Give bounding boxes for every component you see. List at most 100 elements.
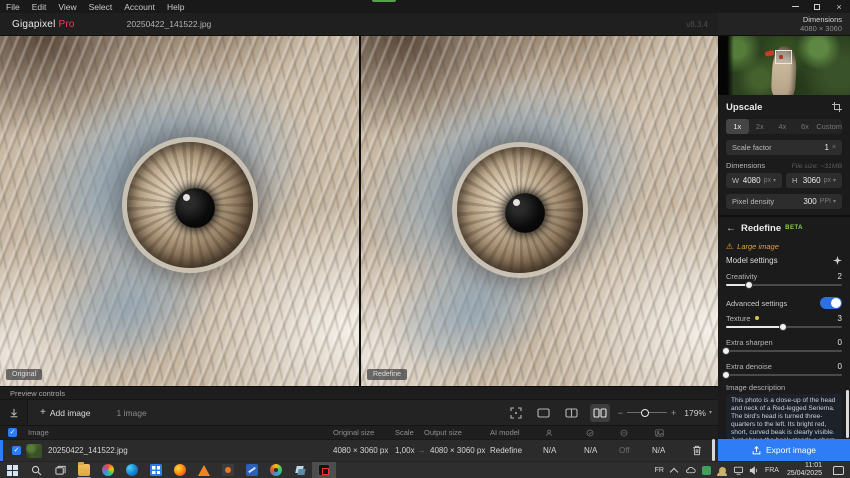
comparison-viewer: Original Redefine: [0, 36, 718, 386]
language-label[interactable]: FRA: [765, 467, 779, 474]
search-icon[interactable]: [24, 462, 48, 478]
height-field[interactable]: H 3060px▾: [786, 173, 842, 188]
menu-bar: File Edit View Select Account Help ×: [0, 0, 850, 13]
advanced-settings-label: Advanced settings: [726, 299, 787, 308]
scale-6x-button[interactable]: 6x: [794, 119, 817, 134]
redefine-label: Redefine: [367, 369, 407, 380]
blue-app-icon[interactable]: [240, 462, 264, 478]
scale-2x-button[interactable]: 2x: [749, 119, 772, 134]
minimize-button[interactable]: [784, 0, 806, 13]
preview-controls-bar: Preview controls: [0, 386, 718, 399]
row-checkbox[interactable]: ✓: [12, 446, 21, 455]
scale-1x-button[interactable]: 1x: [726, 119, 749, 134]
maximize-button[interactable]: [806, 0, 828, 13]
back-icon[interactable]: ←: [726, 223, 736, 234]
collapse-panel-button[interactable]: [0, 400, 28, 426]
edge-icon[interactable]: [120, 462, 144, 478]
zoom-out-icon[interactable]: −: [618, 408, 623, 418]
image-description-label: Image description: [726, 383, 785, 392]
row-selected-accent: [0, 440, 3, 462]
width-field[interactable]: W 4080px▾: [726, 173, 782, 188]
zoom-in-icon[interactable]: +: [671, 408, 676, 418]
shield-icon[interactable]: [701, 464, 712, 476]
delete-row-button[interactable]: [692, 440, 702, 461]
dimensions-label: Dimensions: [726, 161, 765, 170]
zoom-level-dropdown[interactable]: 179%▾: [684, 408, 712, 418]
export-image-button[interactable]: Export image: [718, 439, 850, 461]
firefox-icon[interactable]: [168, 462, 192, 478]
menu-account[interactable]: Account: [118, 2, 161, 12]
navigator-viewport-rect[interactable]: [775, 50, 792, 64]
navigator-thumbnail[interactable]: [718, 36, 850, 95]
sparkle-icon[interactable]: [833, 256, 842, 265]
version-label: v8.3.4: [686, 20, 708, 29]
row-sharpen: N/A: [543, 440, 556, 461]
store-icon[interactable]: [144, 462, 168, 478]
notification-sliver: [372, 0, 396, 2]
advanced-settings-toggle[interactable]: [820, 297, 842, 309]
row-ai-model: Redefine: [490, 440, 522, 461]
bird-eye-original: [127, 142, 253, 268]
beta-badge: BETA: [785, 225, 803, 231]
single-view-icon[interactable]: [534, 404, 554, 422]
texture-slider[interactable]: [726, 326, 842, 328]
pixel-density-field[interactable]: Pixel density 300PPI▾: [726, 194, 842, 209]
arrow-down-icon: [9, 408, 19, 418]
split-view-icon[interactable]: [562, 404, 582, 422]
arrow-right-icon: →: [418, 446, 426, 455]
texture-modified-dot: [755, 316, 759, 320]
layers-app-icon[interactable]: [288, 462, 312, 478]
clock[interactable]: 11:01 25/04/2025: [784, 462, 825, 478]
image-description-input[interactable]: This photo is a close-up of the head and…: [726, 394, 842, 439]
sharpen-column-icon: [545, 426, 553, 439]
speaker-icon[interactable]: [749, 464, 760, 476]
scale-custom-button[interactable]: Custom: [816, 119, 842, 134]
image-table-header: ✓ Image Original size Scale Output size …: [0, 425, 718, 439]
zoom-slider[interactable]: [627, 412, 667, 413]
start-icon[interactable]: [0, 462, 24, 478]
extra-sharpen-label: Extra sharpen: [726, 338, 773, 347]
windows-taskbar: FR FRA 11:01 25/04/2025: [0, 461, 850, 478]
dark-orange-app-icon[interactable]: [216, 462, 240, 478]
creativity-label: Creativity: [726, 272, 757, 281]
date-label: 25/04/2025: [787, 470, 822, 478]
file-controls-row: + Add image 1 image − + 179%▾: [0, 399, 718, 425]
chevron-up-icon[interactable]: [669, 464, 680, 476]
add-image-button[interactable]: + Add image: [40, 407, 90, 418]
language-short-label[interactable]: FR: [655, 467, 664, 474]
photos-icon[interactable]: [96, 462, 120, 478]
cloud-icon[interactable]: [685, 464, 696, 476]
fit-screen-icon[interactable]: [506, 404, 526, 422]
close-button[interactable]: ×: [828, 0, 850, 13]
creativity-slider[interactable]: [726, 284, 842, 286]
settings-icon[interactable]: [264, 462, 288, 478]
gigapixel-icon[interactable]: [312, 462, 336, 478]
pro-badge: Pro: [59, 19, 75, 30]
explorer-icon[interactable]: [72, 462, 96, 478]
sidebar-scrollbar[interactable]: [846, 390, 849, 438]
image-table-row[interactable]: ✓ 20250422_141522.jpg 4080 × 3060 px 1,0…: [0, 439, 718, 461]
menu-file[interactable]: File: [0, 2, 26, 12]
original-preview-pane[interactable]: Original: [0, 36, 359, 386]
crop-icon[interactable]: [832, 102, 842, 112]
network-icon[interactable]: [733, 464, 744, 476]
row-filename: 20250422_141522.jpg: [48, 440, 128, 461]
texture-label: Texture: [726, 314, 751, 323]
select-all-checkbox[interactable]: ✓: [8, 428, 17, 437]
menu-edit[interactable]: Edit: [26, 2, 53, 12]
menu-select[interactable]: Select: [83, 2, 119, 12]
notification-icon[interactable]: [833, 466, 844, 475]
extra-denoise-slider[interactable]: [726, 374, 842, 376]
vlc-icon[interactable]: [192, 462, 216, 478]
task-view-icon[interactable]: [48, 462, 72, 478]
scale-factor-field[interactable]: Scale factor 1×: [726, 140, 842, 155]
extra-sharpen-slider[interactable]: [726, 350, 842, 352]
scale-4x-button[interactable]: 4x: [771, 119, 794, 134]
side-by-side-view-icon[interactable]: [590, 404, 610, 422]
table-scrollbar[interactable]: [712, 439, 715, 461]
menu-help[interactable]: Help: [161, 2, 190, 12]
redefine-preview-pane[interactable]: Redefine: [361, 36, 718, 386]
menu-view[interactable]: View: [52, 2, 82, 12]
plus-icon: +: [40, 407, 46, 418]
person-icon[interactable]: [717, 464, 728, 476]
